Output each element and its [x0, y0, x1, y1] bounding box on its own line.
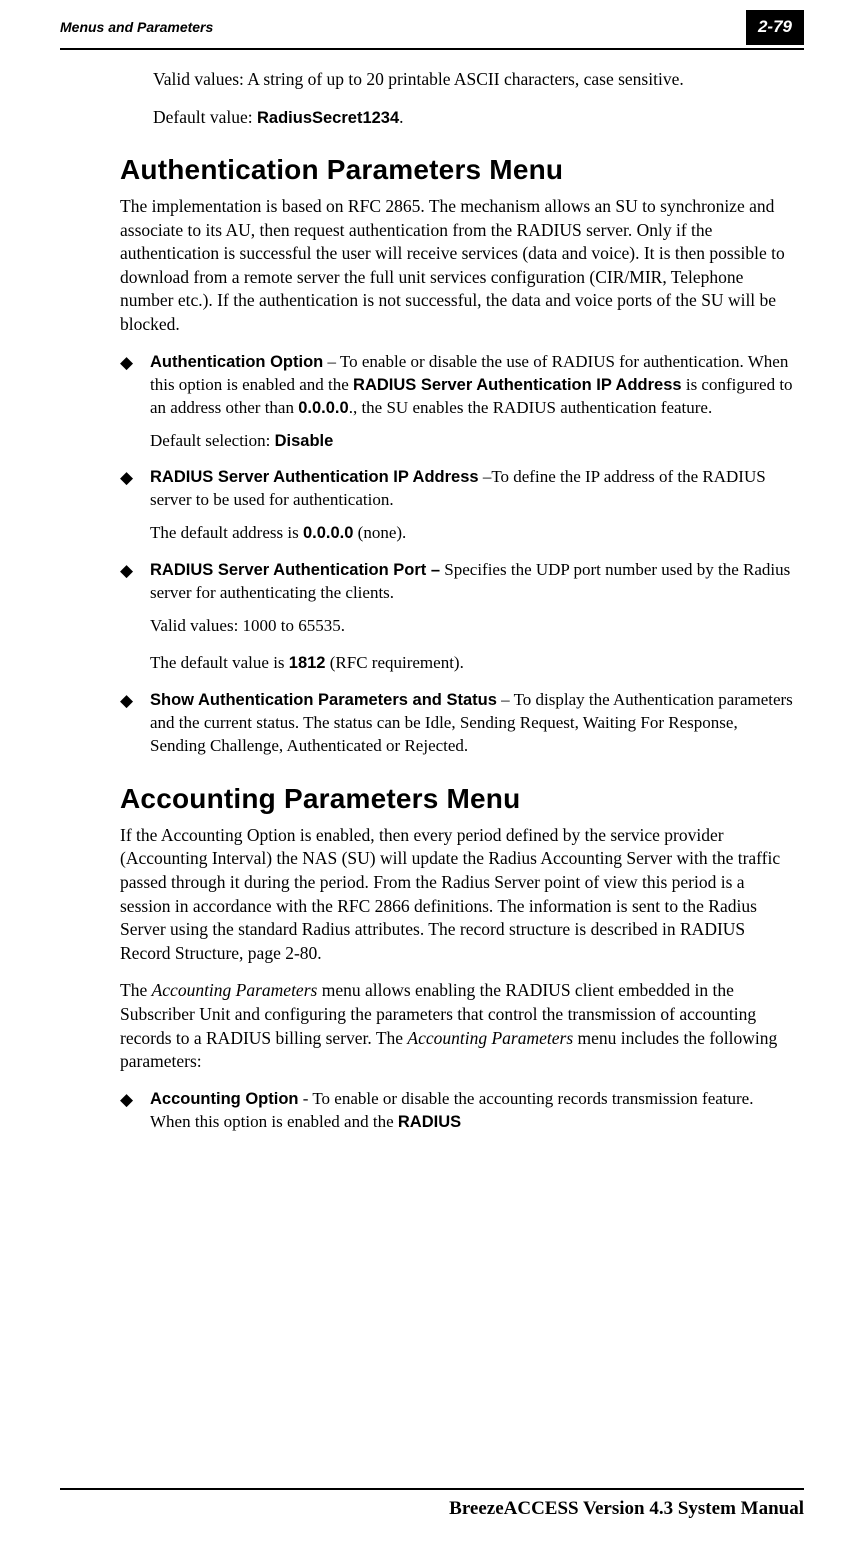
auth-option-bold2: RADIUS Server Authentication IP Address [353, 376, 682, 394]
acct-option-bold2: RADIUS [398, 1113, 461, 1131]
auth-option-title: Authentication Option [150, 353, 323, 371]
header-section-title: Menus and Parameters [60, 18, 213, 37]
default-value-post: . [399, 107, 403, 127]
acct-option-title: Accounting Option [150, 1090, 298, 1108]
acct-menu-i1: Accounting Parameters [152, 980, 318, 1000]
page-header: Menus and Parameters 2-79 [0, 0, 864, 45]
auth-option-default: Default selection: Disable [150, 430, 794, 453]
heading-auth-params: Authentication Parameters Menu [120, 151, 794, 189]
footer-rule [60, 1488, 804, 1490]
content-area: Valid values: A string of up to 20 print… [0, 50, 864, 1134]
radius-ip-default-post: (none). [353, 523, 406, 542]
list-item: Show Authentication Parameters and Statu… [120, 689, 794, 758]
list-item: RADIUS Server Authentication IP Address … [120, 466, 794, 545]
page-footer: BreezeACCESS Version 4.3 System Manual [60, 1488, 804, 1522]
default-value-label: Default value: [153, 107, 257, 127]
radius-ip-default: The default address is 0.0.0.0 (none). [150, 522, 794, 545]
list-item: RADIUS Server Authentication Port – Spec… [120, 559, 794, 675]
acct-menu-i2: Accounting Parameters [407, 1028, 573, 1048]
auth-option-text3: ., the SU enables the RADIUS authenticat… [349, 398, 713, 417]
list-item: Authentication Option – To enable or dis… [120, 351, 794, 453]
acct-intro-text: If the Accounting Option is enabled, the… [120, 824, 794, 966]
heading-acct-params: Accounting Parameters Menu [120, 780, 794, 818]
acct-menu-pre: The [120, 980, 152, 1000]
default-value-text: Default value: RadiusSecret1234. [153, 106, 794, 130]
auth-default-val: Disable [275, 432, 334, 450]
valid-values-text: Valid values: A string of up to 20 print… [153, 68, 794, 92]
auth-param-list: Authentication Option – To enable or dis… [120, 351, 794, 758]
radius-ip-title: RADIUS Server Authentication IP Address [150, 468, 479, 486]
header-page-number: 2-79 [746, 10, 804, 45]
auth-default-pre: Default selection: [150, 431, 275, 450]
list-item: Accounting Option - To enable or disable… [120, 1088, 794, 1134]
radius-ip-default-val: 0.0.0.0 [303, 524, 353, 542]
radius-port-valid: Valid values: 1000 to 65535. [150, 615, 794, 638]
auth-option-bold3: 0.0.0.0 [298, 399, 348, 417]
radius-port-default: The default value is 1812 (RFC requireme… [150, 652, 794, 675]
acct-param-list: Accounting Option - To enable or disable… [120, 1088, 794, 1134]
radius-port-default-val: 1812 [289, 654, 326, 672]
radius-port-default-pre: The default value is [150, 653, 289, 672]
footer-text: BreezeACCESS Version 4.3 System Manual [60, 1496, 804, 1522]
radius-port-title: RADIUS Server Authentication Port – [150, 561, 440, 579]
radius-port-default-post: (RFC requirement). [326, 653, 464, 672]
auth-intro-text: The implementation is based on RFC 2865.… [120, 195, 794, 337]
page: Menus and Parameters 2-79 Valid values: … [0, 0, 864, 1552]
radius-ip-default-pre: The default address is [150, 523, 303, 542]
default-value-val: RadiusSecret1234 [257, 109, 399, 127]
show-auth-title: Show Authentication Parameters and Statu… [150, 691, 497, 709]
acct-menu-text: The Accounting Parameters menu allows en… [120, 979, 794, 1074]
